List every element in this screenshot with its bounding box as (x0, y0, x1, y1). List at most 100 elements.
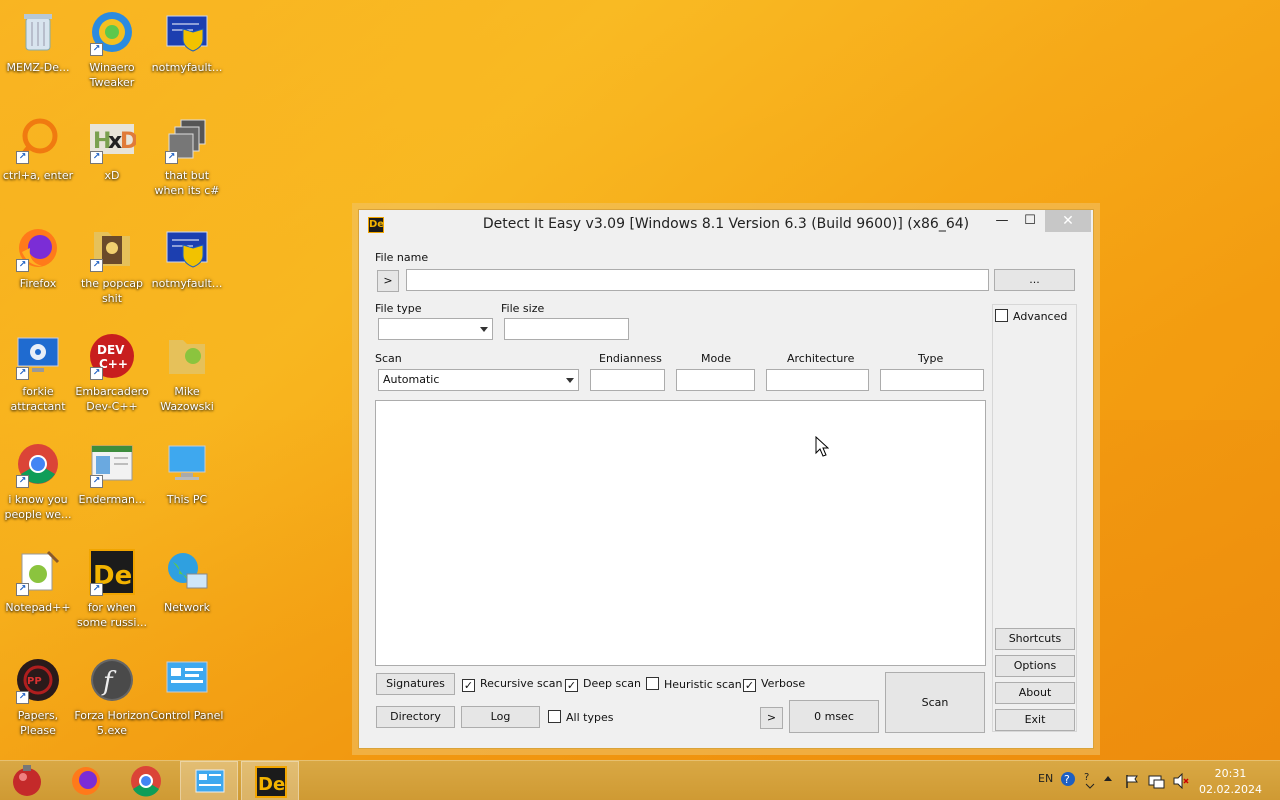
about-button[interactable]: About (995, 682, 1075, 704)
advanced-checkbox[interactable]: Advanced (995, 309, 1067, 324)
desktop-icon-mike-wazowski[interactable]: Mike Wazowski (149, 332, 225, 414)
taskbar-control-panel[interactable] (180, 761, 238, 800)
shortcut-arrow-icon: ↗ (165, 151, 178, 164)
log-button[interactable]: Log (461, 706, 540, 728)
shortcut-arrow-icon: ↗ (16, 583, 29, 596)
control-panel-icon (163, 656, 211, 704)
file-type-select[interactable] (378, 318, 493, 340)
heuristic-scan-checkbox[interactable]: Heuristic scan (646, 677, 742, 692)
windows-stack-icon: ↗ (163, 116, 211, 164)
folder-icon (163, 332, 211, 380)
recursive-scan-label: Recursive scan (480, 677, 563, 690)
desktop-icon-label: Winaero Tweaker (89, 61, 135, 89)
architecture-field[interactable] (766, 369, 869, 391)
desktop-icon-devcpp[interactable]: DEV C++ ↗ Embarcadero Dev-C++ (74, 332, 150, 414)
verbose-label: Verbose (761, 677, 806, 690)
shortcut-arrow-icon: ↗ (90, 151, 103, 164)
endianness-field[interactable] (590, 369, 665, 391)
desktop-icon-label: MEMZ-De... (6, 61, 70, 74)
desktop-icon-forza[interactable]: f Forza Horizon 5.exe (74, 656, 150, 738)
type-label: Type (918, 352, 944, 365)
desktop-icon-forkie[interactable]: ↗ forkie attractant (0, 332, 76, 414)
shortcut-arrow-icon: ↗ (16, 151, 29, 164)
desktop-icon-notmyfault-1[interactable]: notmyfault... (149, 8, 225, 75)
options-button[interactable]: Options (995, 655, 1075, 677)
dev-cpp-icon: DEV C++ ↗ (88, 332, 136, 380)
desktop-icon-chrome[interactable]: ↗ i know you people we... (0, 440, 76, 522)
firefox-icon (72, 767, 100, 795)
language-indicator[interactable]: EN (1038, 772, 1053, 785)
minimize-button[interactable]: — (989, 210, 1015, 232)
desktop-icon-winaero[interactable]: ↗ Winaero Tweaker (74, 8, 150, 90)
computer-icon (163, 440, 211, 488)
desktop-icon-popcap[interactable]: ↗ the popcap shit (74, 224, 150, 306)
signatures-button[interactable]: Signatures (376, 673, 455, 695)
volume-muted-icon[interactable] (1172, 773, 1190, 789)
chrome-icon (131, 766, 161, 797)
desktop-icon-label: Mike Wazowski (160, 385, 214, 413)
check-icon: ✓ (743, 679, 756, 692)
taskbar-firefox[interactable] (58, 761, 116, 800)
taskbar-clock[interactable]: 20:31 02.02.2024 (1199, 766, 1262, 798)
desktop-icon-this-pc[interactable]: This PC (149, 440, 225, 507)
window-titlebar[interactable]: De Detect It Easy v3.09 [Windows 8.1 Ver… (359, 210, 1093, 240)
desktop-icon-memz[interactable]: MEMZ-De... (0, 8, 76, 75)
firefox-icon: ↗ (14, 224, 62, 272)
desktop-icon-label: notmyfault... (151, 61, 223, 74)
svg-text:PP: PP (27, 676, 42, 687)
start-button[interactable] (0, 761, 58, 800)
maximize-button[interactable]: ☐ (1017, 210, 1043, 232)
heuristic-checkbox-box (646, 677, 659, 690)
desktop-icon-enderman[interactable]: ↗ Enderman... (74, 440, 150, 507)
advanced-label: Advanced (1013, 310, 1068, 323)
shortcut-arrow-icon: ↗ (90, 475, 103, 488)
exit-button[interactable]: Exit (995, 709, 1075, 731)
all-types-checkbox[interactable]: All types (548, 710, 613, 725)
chevron-up-icon[interactable] (1102, 773, 1114, 785)
taskbar-chrome[interactable] (118, 761, 176, 800)
deep-scan-checkbox[interactable]: ✓ Deep scan (565, 677, 641, 692)
type-field[interactable] (880, 369, 984, 391)
file-size-input[interactable] (504, 318, 629, 340)
scan-button[interactable]: Scan (885, 672, 985, 733)
desktop-icon-ctrl-a-enter[interactable]: ↗ ctrl+a, enter (0, 116, 76, 183)
svg-text:De: De (258, 774, 285, 795)
start-orb-icon (13, 765, 41, 796)
shortcuts-button[interactable]: Shortcuts (995, 628, 1075, 650)
desktop-icon-control-panel[interactable]: Control Panel (149, 656, 225, 723)
papers-please-icon: PP ↗ (14, 656, 62, 704)
desktop-icon-xd[interactable]: HxD ↗ xD (74, 116, 150, 183)
notepadpp-icon: ↗ (14, 548, 62, 596)
scan-mode-select[interactable]: Automatic (378, 369, 579, 391)
desktop-icon-notmyfault-2[interactable]: notmyfault... (149, 224, 225, 291)
mouse-cursor-icon (815, 436, 829, 457)
network-tray-icon[interactable] (1148, 773, 1166, 789)
svg-text:C++: C++ (99, 357, 128, 371)
desktop-icon-notepadpp[interactable]: ↗ Notepad++ (0, 548, 76, 615)
scan-results-area[interactable] (375, 400, 986, 666)
taskbar-detect-it-easy[interactable]: De (241, 761, 299, 800)
desktop-icon-papers-please[interactable]: PP ↗ Papers, Please (0, 656, 76, 738)
close-button[interactable]: ✕ (1045, 210, 1091, 232)
desktop-icon-that-but-cs[interactable]: ↗ that but when its c# (149, 116, 225, 198)
file-name-input[interactable] (406, 269, 989, 291)
shortcut-arrow-icon: ↗ (90, 43, 103, 56)
browse-button[interactable]: ... (994, 269, 1075, 291)
directory-button[interactable]: Directory (376, 706, 455, 728)
recursive-scan-checkbox[interactable]: ✓ Recursive scan (462, 677, 563, 692)
desktop-icon-label: Network (164, 601, 210, 614)
time-expand-button[interactable]: > (760, 707, 783, 729)
desktop-icon-die[interactable]: De ↗ for when some russi... (74, 548, 150, 630)
ime-icon[interactable]: ? (1082, 770, 1098, 790)
verbose-checkbox[interactable]: ✓ Verbose (743, 677, 805, 692)
action-center-flag-icon[interactable] (1124, 773, 1140, 789)
help-icon[interactable]: ? (1060, 771, 1076, 787)
desktop-icon-label: Notepad++ (5, 601, 71, 614)
desktop-icon-network[interactable]: Network (149, 548, 225, 615)
mode-field[interactable] (676, 369, 755, 391)
check-icon: ✓ (565, 679, 578, 692)
scan-label: Scan (375, 352, 402, 365)
desktop-icon-firefox[interactable]: ↗ Firefox (0, 224, 76, 291)
deep-scan-label: Deep scan (583, 677, 641, 690)
file-expand-button[interactable]: > (377, 270, 399, 292)
